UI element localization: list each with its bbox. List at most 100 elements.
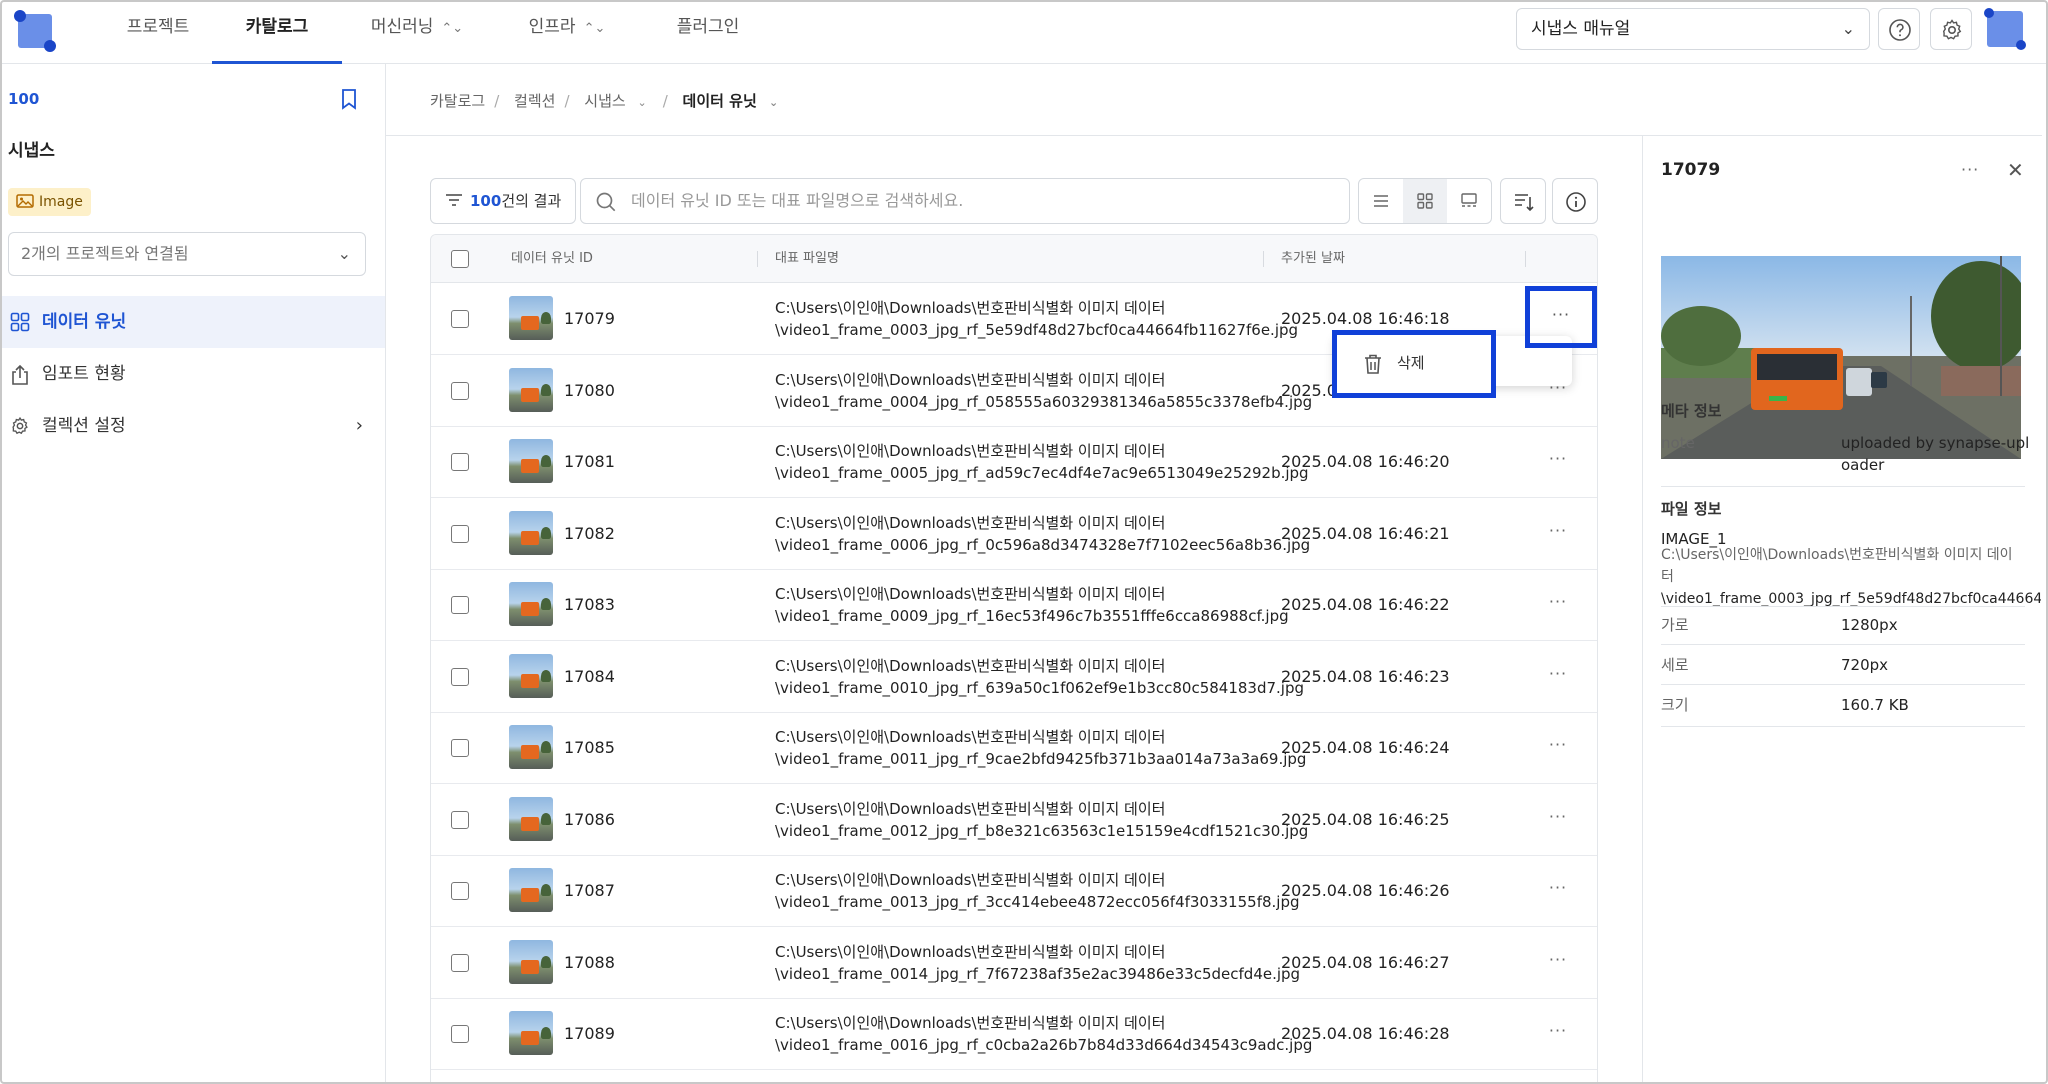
row-id: 17086 xyxy=(564,809,615,829)
row-more-button[interactable]: ··· xyxy=(1543,950,1573,975)
close-icon[interactable]: ✕ xyxy=(2007,158,2024,182)
row-date: 2025.04.08 16:46:22 xyxy=(1281,595,1450,614)
row-file-name: C:\Users\이인애\Downloads\번호판비식별화 이미지 데이터 \v… xyxy=(775,1014,1313,1054)
row-thumbnail xyxy=(509,582,553,626)
help-button[interactable] xyxy=(1878,8,1920,50)
row-more-button[interactable]: ··· xyxy=(1543,450,1573,474)
row-more-button-highlight[interactable]: ··· xyxy=(1525,286,1597,348)
breadcrumb-synapse[interactable]: 시냅스 ⌄ xyxy=(584,92,653,110)
filter-button[interactable]: 100건의 결과 xyxy=(430,178,576,224)
row-more-button[interactable]: ··· xyxy=(1543,807,1573,832)
row-more-button[interactable]: ··· xyxy=(1543,664,1573,689)
sort-icon xyxy=(1515,194,1534,212)
table-row[interactable]: 17087 C:\Users\이인애\Downloads\번호판비식별화 이미지 … xyxy=(431,855,1597,927)
nav-tab-infra[interactable]: 인프라 ⌃⌄ xyxy=(522,0,612,64)
size-key: 크기 xyxy=(1661,696,1689,714)
breadcrumb-data-units[interactable]: 데이터 유닛 ⌄ xyxy=(683,92,786,110)
sidebar-item-import-status[interactable]: 임포트 현황 xyxy=(0,348,385,400)
sidebar-item-data-units[interactable]: 데이터 유닛 xyxy=(0,296,385,348)
row-id: 17082 xyxy=(564,523,615,543)
header-id[interactable]: 데이터 유닛 ID xyxy=(511,235,593,283)
row-checkbox[interactable] xyxy=(451,882,469,900)
nav-tab-machine-learning[interactable]: 머신러닝 ⌃⌄ xyxy=(362,0,472,64)
row-thumbnail xyxy=(509,796,553,841)
row-more-button[interactable]: ··· xyxy=(1543,736,1573,760)
gear-icon xyxy=(1942,19,1962,40)
list-view-button[interactable] xyxy=(1359,179,1403,223)
row-file-name: C:\Users\이인애\Downloads\번호판비식별화 이미지 데이터 \v… xyxy=(775,442,1309,482)
row-more-button[interactable]: ··· xyxy=(1543,593,1573,617)
row-file-name: C:\Users\이인애\Downloads\번호판비식별화 이미지 데이터 \v… xyxy=(775,871,1300,911)
row-checkbox[interactable] xyxy=(451,381,469,400)
table-row[interactable]: 17084 C:\Users\이인애\Downloads\번호판비식별화 이미지 … xyxy=(431,641,1597,713)
row-date: 2025.04.08 16:46:25 xyxy=(1281,809,1450,829)
bookmark-button[interactable] xyxy=(340,88,358,114)
row-more-button[interactable]: ··· xyxy=(1543,521,1573,546)
row-checkbox[interactable] xyxy=(451,596,469,614)
table-row[interactable]: 17083 C:\Users\이인애\Downloads\번호판비식별화 이미지 … xyxy=(431,569,1597,641)
search-input[interactable]: 데이터 유닛 ID 또는 대표 파일명으로 검색하세요. xyxy=(580,178,1350,224)
row-date: 2025.04.08 16:46:27 xyxy=(1281,952,1450,972)
row-thumbnail xyxy=(509,367,553,412)
nav-tab-project[interactable]: 프로젝트 xyxy=(112,0,204,64)
help-icon xyxy=(1889,19,1911,41)
table-row[interactable]: 17086 C:\Users\이인애\Downloads\번호판비식별화 이미지 … xyxy=(431,784,1597,856)
meta-section-title: 메타 정보 xyxy=(1661,402,1722,420)
row-more-button[interactable]: ··· xyxy=(1543,879,1573,903)
sidebar-item-collection-settings[interactable]: 컬렉션 설정 › xyxy=(0,400,385,452)
chevron-down-icon: ⌄ xyxy=(769,96,779,109)
table-row[interactable]: 17081 C:\Users\이인애\Downloads\번호판비식별화 이미지 … xyxy=(431,426,1597,498)
settings-button[interactable] xyxy=(1930,8,1972,50)
linked-projects-select[interactable]: 2개의 프로젝트와 연결됨 ⌄ xyxy=(8,232,366,276)
row-thumbnail xyxy=(509,296,553,340)
row-more-button[interactable]: ··· xyxy=(1543,1022,1573,1046)
app-logo[interactable] xyxy=(14,10,56,52)
row-checkbox[interactable] xyxy=(451,953,469,972)
header-date[interactable]: 추가된 날짜 xyxy=(1281,235,1345,283)
user-avatar[interactable] xyxy=(1984,8,2026,50)
row-id: 17087 xyxy=(564,881,615,900)
table-row[interactable]: 17085 C:\Users\이인애\Downloads\번호판비식별화 이미지 … xyxy=(431,712,1597,784)
grid-view-button[interactable] xyxy=(1403,179,1447,223)
delete-label: 삭제 xyxy=(1397,354,1425,372)
view-mode-group xyxy=(1358,178,1492,224)
row-checkbox[interactable] xyxy=(451,810,469,829)
row-checkbox[interactable] xyxy=(451,453,469,471)
manual-select[interactable]: 시냅스 매뉴얼 ⌄ xyxy=(1516,8,1870,50)
gear-icon xyxy=(12,416,28,435)
row-thumbnail xyxy=(509,439,553,483)
row-id: 17088 xyxy=(564,952,615,972)
gallery-view-button[interactable] xyxy=(1447,179,1491,223)
size-value: 160.7 KB xyxy=(1841,696,1909,714)
chevron-updown-icon: ⌃⌄ xyxy=(441,21,464,36)
header-file[interactable]: 대표 파일명 xyxy=(775,235,839,283)
row-date: 2025.04.08 16:46:23 xyxy=(1281,666,1450,686)
select-all-checkbox[interactable] xyxy=(451,250,469,268)
row-checkbox[interactable] xyxy=(451,310,469,328)
result-count: 100 xyxy=(470,192,502,210)
info-button[interactable] xyxy=(1552,178,1598,224)
sort-button[interactable] xyxy=(1500,178,1546,224)
more-icon[interactable]: ··· xyxy=(1961,160,1979,179)
row-checkbox[interactable] xyxy=(451,739,469,757)
row-file-name: C:\Users\이인애\Downloads\번호판비식별화 이미지 데이터 \v… xyxy=(775,942,1301,983)
table-row[interactable]: 17089 C:\Users\이인애\Downloads\번호판비식별화 이미지 … xyxy=(431,998,1597,1070)
note-value: uploaded by synapse-upl oader xyxy=(1841,434,2030,474)
delete-menu-item[interactable]: 삭제 xyxy=(1332,330,1496,398)
table-row[interactable]: 17088 C:\Users\이인애\Downloads\번호판비식별화 이미지 … xyxy=(431,927,1597,999)
width-value: 1280px xyxy=(1841,616,1898,634)
breadcrumb: 카탈로그 / 컬렉션 / 시냅스 ⌄ / 데이터 유닛 ⌄ xyxy=(430,90,792,111)
row-checkbox[interactable] xyxy=(451,667,469,686)
row-checkbox[interactable] xyxy=(451,1025,469,1043)
table-header: 데이터 유닛 ID 대표 파일명 추가된 날짜 xyxy=(431,235,1597,283)
nav-tab-plugin[interactable]: 플러그인 xyxy=(662,0,754,64)
nav-tab-catalog[interactable]: 카탈로그 xyxy=(212,0,342,64)
chevron-down-icon: ⌄ xyxy=(337,244,351,263)
more-icon: ··· xyxy=(1551,305,1571,324)
breadcrumb-collection[interactable]: 컬렉션 xyxy=(514,92,555,110)
row-checkbox[interactable] xyxy=(451,524,469,543)
row-date: 2025.04.08 16:46:24 xyxy=(1281,738,1450,757)
table-row[interactable]: 17082 C:\Users\이인애\Downloads\번호판비식별화 이미지 … xyxy=(431,498,1597,570)
breadcrumb-catalog[interactable]: 카탈로그 xyxy=(430,92,485,110)
collection-count: 100 xyxy=(8,90,40,108)
